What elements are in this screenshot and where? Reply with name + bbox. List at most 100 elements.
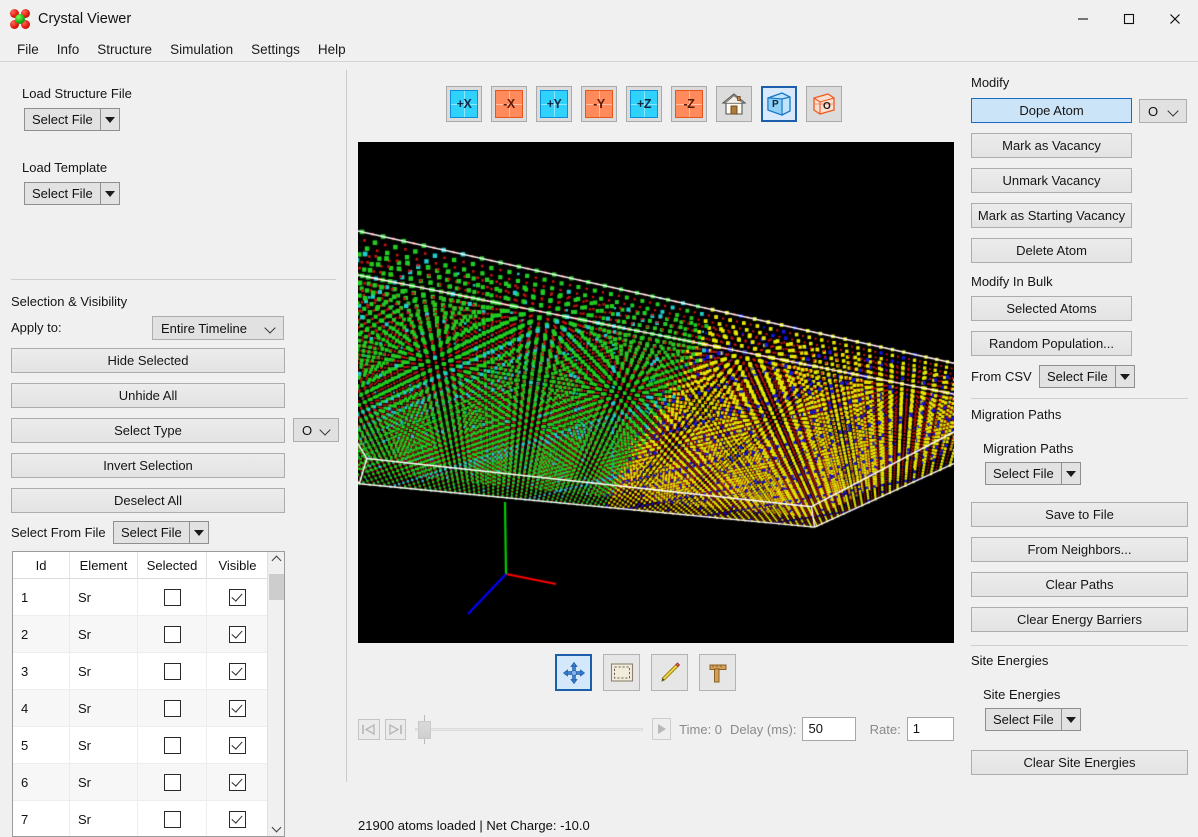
view-plus-x-button[interactable]: +X [446, 86, 482, 122]
measure-mode-button[interactable] [699, 654, 736, 691]
visible-checkbox[interactable] [229, 662, 246, 680]
dope-atom-button[interactable]: Dope Atom [971, 98, 1132, 123]
visible-checkbox[interactable] [229, 699, 246, 717]
pan-mode-button[interactable] [555, 654, 592, 691]
site-energies-file-combo[interactable]: Select File [985, 708, 1081, 731]
select-type-button[interactable]: Select Type [11, 418, 285, 443]
from-csv-file-combo[interactable]: Select File [1039, 365, 1135, 388]
timeline-slider[interactable] [415, 714, 643, 744]
view-plus-y-button[interactable]: +Y [536, 86, 572, 122]
dope-element-select[interactable]: O [1139, 99, 1187, 123]
delete-atom-button[interactable]: Delete Atom [971, 238, 1132, 263]
visible-checkbox[interactable] [229, 810, 246, 828]
clear-site-energies-button[interactable]: Clear Site Energies [971, 750, 1188, 775]
selected-checkbox[interactable] [163, 773, 181, 791]
column-header-id[interactable]: Id [13, 552, 70, 578]
from-neighbors-button[interactable]: From Neighbors... [971, 537, 1188, 562]
view-minus-z-button[interactable]: -Z [671, 86, 707, 122]
unmark-vacancy-button[interactable]: Unmark Vacancy [971, 168, 1132, 193]
cell-element: Sr [70, 616, 138, 652]
menu-info[interactable]: Info [48, 39, 89, 60]
column-header-selected[interactable]: Selected [138, 552, 207, 578]
visible-checkbox[interactable] [229, 625, 246, 643]
table-row[interactable]: 5 Sr [13, 727, 284, 764]
site-energies-label: Site Energies [983, 687, 1061, 702]
table-row[interactable]: 6 Sr [13, 764, 284, 801]
table-row[interactable]: 7 Sr [13, 801, 284, 836]
rate-input[interactable]: 1 [906, 717, 954, 741]
selected-checkbox[interactable] [163, 736, 181, 754]
pencil-icon [660, 661, 680, 682]
slider-handle[interactable] [418, 720, 432, 739]
table-row[interactable]: 3 Sr [13, 653, 284, 690]
clear-energy-barriers-button[interactable]: Clear Energy Barriers [971, 607, 1188, 632]
view-minus-y-button[interactable]: -Y [581, 86, 617, 122]
left-panel: Load Structure File Select File Load Tem… [0, 62, 347, 837]
modify-section-label: Modify [971, 75, 1010, 90]
cell-visible [207, 616, 269, 652]
selected-checkbox[interactable] [163, 810, 181, 828]
selected-checkbox[interactable] [163, 662, 181, 680]
visible-checkbox[interactable] [229, 588, 246, 606]
column-header-visible[interactable]: Visible [207, 552, 269, 578]
hide-selected-button[interactable]: Hide Selected [11, 348, 285, 373]
save-to-file-button[interactable]: Save to File [971, 502, 1188, 527]
table-scrollbar[interactable] [267, 552, 284, 836]
cell-element: Sr [70, 801, 138, 836]
apply-to-label: Apply to: [11, 320, 62, 335]
random-population-button[interactable]: Random Population... [971, 331, 1132, 356]
mark-as-vacancy-button[interactable]: Mark as Vacancy [971, 133, 1132, 158]
scroll-up-icon[interactable] [268, 552, 284, 569]
crystal-render-canvas[interactable] [358, 142, 954, 643]
rectangle-select-mode-button[interactable] [603, 654, 640, 691]
scrollbar-thumb[interactable] [269, 574, 284, 600]
view-plus-z-button[interactable]: +Z [626, 86, 662, 122]
scroll-down-icon[interactable] [268, 819, 284, 836]
select-from-file-combo[interactable]: Select File [113, 521, 209, 544]
table-row[interactable]: 2 Sr [13, 616, 284, 653]
selected-checkbox[interactable] [163, 699, 181, 717]
orthographic-projection-button[interactable]: O [806, 86, 842, 122]
play-button[interactable] [651, 718, 672, 740]
migration-paths-label: Migration Paths [983, 441, 1074, 456]
delay-input[interactable]: 50 [802, 717, 856, 741]
selected-atoms-button[interactable]: Selected Atoms [971, 296, 1132, 321]
draw-mode-button[interactable] [651, 654, 688, 691]
unhide-all-button[interactable]: Unhide All [11, 383, 285, 408]
menu-help[interactable]: Help [309, 39, 355, 60]
crystal-3d-viewport[interactable] [358, 142, 954, 643]
svg-text:P: P [772, 99, 779, 110]
load-template-file-combo[interactable]: Select File [24, 182, 120, 205]
maximize-button[interactable] [1106, 0, 1152, 37]
reset-view-home-button[interactable] [716, 86, 752, 122]
close-button[interactable] [1152, 0, 1198, 37]
skip-to-start-button[interactable] [358, 718, 380, 740]
mark-as-starting-vacancy-button[interactable]: Mark as Starting Vacancy [971, 203, 1132, 228]
clear-paths-button[interactable]: Clear Paths [971, 572, 1188, 597]
visible-checkbox[interactable] [229, 736, 246, 754]
select-type-element-select[interactable]: O [293, 418, 339, 442]
visible-checkbox[interactable] [229, 773, 246, 791]
migration-paths-file-combo[interactable]: Select File [985, 462, 1081, 485]
deselect-all-button[interactable]: Deselect All [11, 488, 285, 513]
perspective-projection-button[interactable]: P [761, 86, 797, 122]
menu-structure[interactable]: Structure [88, 39, 161, 60]
column-header-element[interactable]: Element [70, 552, 138, 578]
apply-to-select[interactable]: Entire Timeline [152, 316, 284, 340]
atom-table[interactable]: Id Element Selected Visible 1 Sr 2 Sr 3 Sr 4 Sr… [12, 551, 285, 837]
invert-selection-button[interactable]: Invert Selection [11, 453, 285, 478]
title-bar: Crystal Viewer [0, 0, 1198, 37]
cell-id: 7 [13, 801, 70, 836]
skip-to-end-button[interactable] [384, 718, 407, 740]
load-structure-file-combo[interactable]: Select File [24, 108, 120, 131]
menu-simulation[interactable]: Simulation [161, 39, 242, 60]
selected-checkbox[interactable] [163, 625, 181, 643]
home-icon [721, 93, 747, 115]
table-row[interactable]: 4 Sr [13, 690, 284, 727]
view-minus-x-button[interactable]: -X [491, 86, 527, 122]
minimize-button[interactable] [1060, 0, 1106, 37]
selected-checkbox[interactable] [163, 588, 181, 606]
table-row[interactable]: 1 Sr [13, 579, 284, 616]
menu-settings[interactable]: Settings [242, 39, 309, 60]
menu-file[interactable]: File [8, 39, 48, 60]
